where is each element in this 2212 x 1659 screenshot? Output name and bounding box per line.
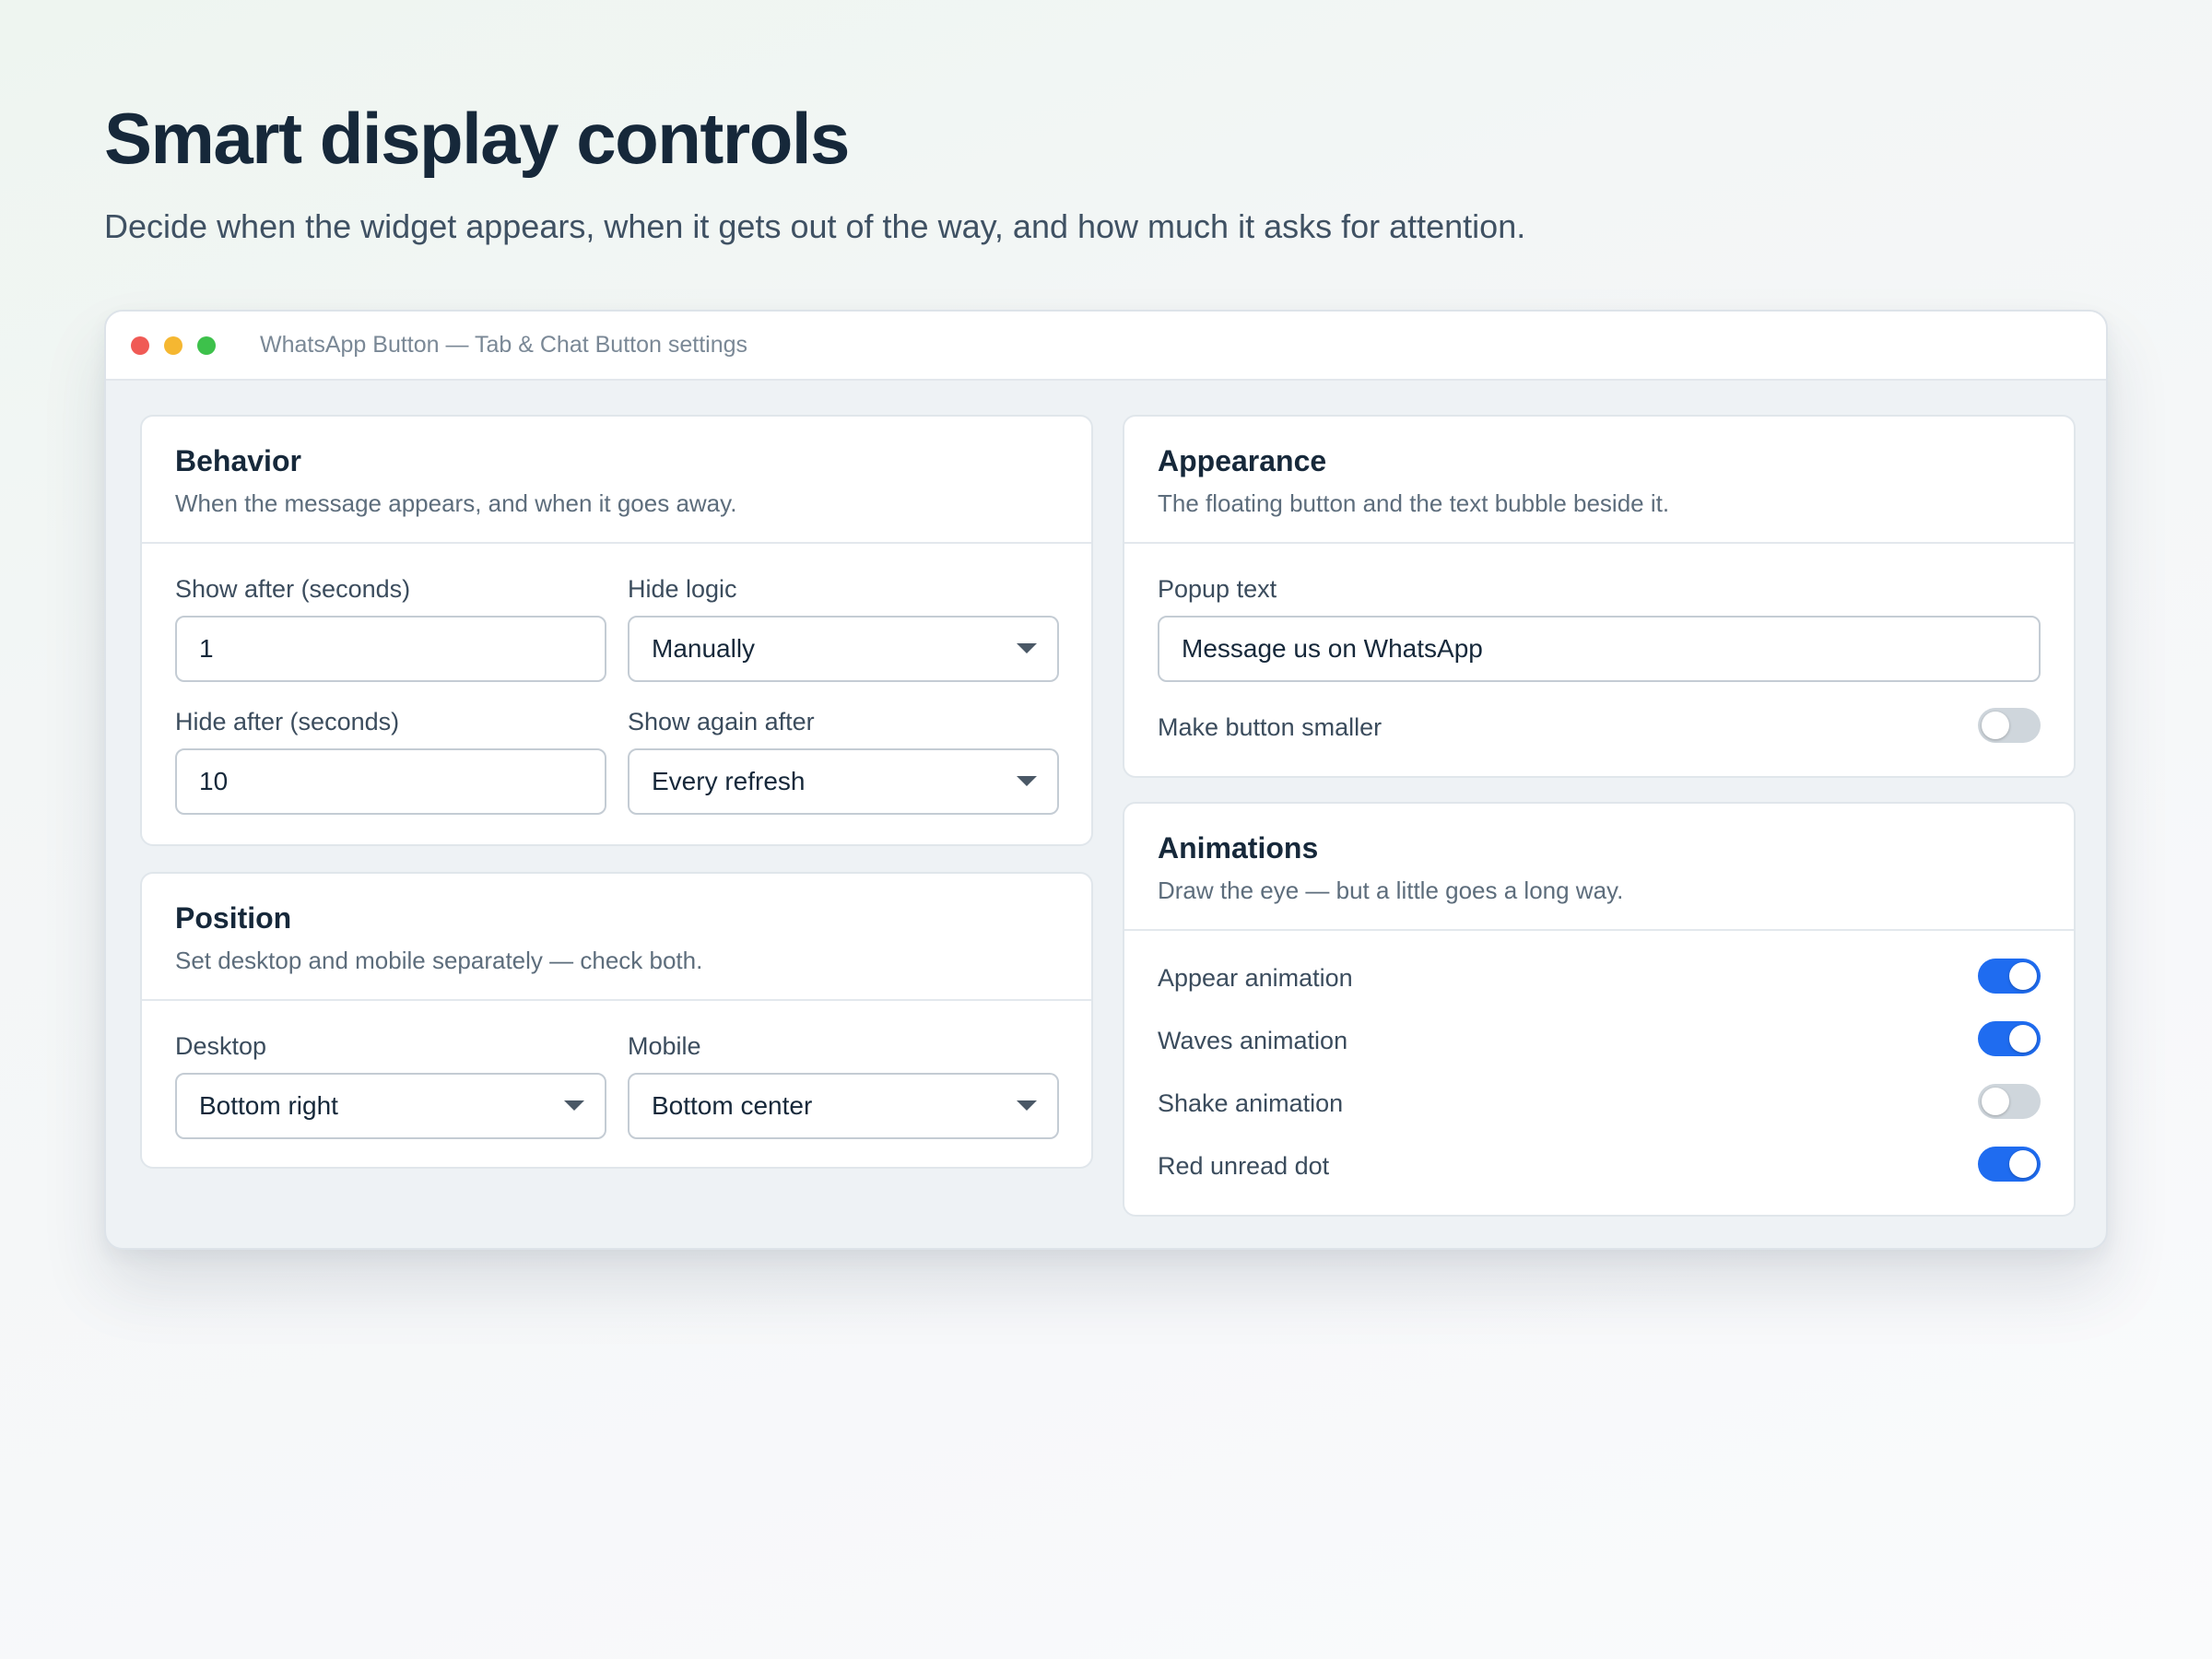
mobile-label: Mobile <box>628 1032 701 1060</box>
toggle-knob <box>1982 712 2009 739</box>
mobile-position-value: Bottom center <box>652 1091 813 1120</box>
hide-logic-label: Hide logic <box>628 575 737 603</box>
toggle-knob <box>2009 1150 2037 1178</box>
animations-card: Animations Draw the eye — but a little g… <box>1123 802 2076 1217</box>
settings-window: WhatsApp Button — Tab & Chat Button sett… <box>104 310 2108 1250</box>
behavior-card: Behavior When the message appears, and w… <box>140 415 1093 846</box>
hide-logic-value: Manually <box>652 634 756 663</box>
show-after-label: Show after (seconds) <box>175 575 411 603</box>
behavior-description: When the message appears, and when it go… <box>175 489 737 517</box>
position-card: Position Set desktop and mobile separate… <box>140 872 1093 1169</box>
show-after-input[interactable]: 1 <box>175 616 606 682</box>
chevron-down-icon <box>564 1100 584 1111</box>
appear-animation-toggle[interactable] <box>1978 959 2041 994</box>
position-title: Position <box>175 901 292 935</box>
hide-logic-select[interactable]: Manually <box>628 616 1059 682</box>
animations-title: Animations <box>1158 831 1319 865</box>
appearance-description: The floating button and the text bubble … <box>1158 489 1670 517</box>
maximize-window-icon[interactable] <box>197 335 216 355</box>
shake-animation-toggle[interactable] <box>1978 1084 2041 1119</box>
make-smaller-toggle[interactable] <box>1978 708 2041 743</box>
popup-text-label: Popup text <box>1158 575 1277 603</box>
popup-text-input[interactable]: Message us on WhatsApp <box>1158 616 2041 682</box>
animations-card-header: Animations Draw the eye — but a little g… <box>1124 804 2074 931</box>
hide-after-label: Hide after (seconds) <box>175 708 400 735</box>
chevron-down-icon <box>1017 643 1037 653</box>
toggle-knob <box>1982 1088 2009 1115</box>
hide-after-input[interactable]: 10 <box>175 748 606 815</box>
show-again-select[interactable]: Every refresh <box>628 748 1059 815</box>
red-unread-dot-toggle[interactable] <box>1978 1147 2041 1182</box>
desktop-label: Desktop <box>175 1032 267 1060</box>
desktop-position-select[interactable]: Bottom right <box>175 1073 606 1139</box>
position-description: Set desktop and mobile separately — chec… <box>175 947 703 974</box>
desktop-position-value: Bottom right <box>199 1091 338 1120</box>
chevron-down-icon <box>1017 776 1037 786</box>
red-unread-dot-label: Red unread dot <box>1158 1152 1330 1180</box>
shake-animation-label: Shake animation <box>1158 1089 1344 1117</box>
appearance-card: Appearance The floating button and the t… <box>1123 415 2076 778</box>
toggle-knob <box>2009 1025 2037 1053</box>
animations-description: Draw the eye — but a little goes a long … <box>1158 877 1624 904</box>
behavior-title: Behavior <box>175 444 301 477</box>
show-again-value: Every refresh <box>652 767 806 795</box>
page-subhead: Decide when the widget appears, when it … <box>104 207 1526 245</box>
waves-animation-toggle[interactable] <box>1978 1021 2041 1056</box>
appear-animation-label: Appear animation <box>1158 964 1353 992</box>
close-window-icon[interactable] <box>131 335 149 355</box>
mobile-position-select[interactable]: Bottom center <box>628 1073 1059 1139</box>
behavior-card-header: Behavior When the message appears, and w… <box>142 417 1091 544</box>
window-title: WhatsApp Button — Tab & Chat Button sett… <box>260 332 748 358</box>
make-smaller-label: Make button smaller <box>1158 713 1382 741</box>
toggle-knob <box>2009 962 2037 990</box>
chevron-down-icon <box>1017 1100 1037 1111</box>
appearance-card-header: Appearance The floating button and the t… <box>1124 417 2074 544</box>
position-card-header: Position Set desktop and mobile separate… <box>142 874 1091 1001</box>
window-titlebar: WhatsApp Button — Tab & Chat Button sett… <box>106 312 2106 381</box>
appearance-title: Appearance <box>1158 444 1327 477</box>
show-again-label: Show again after <box>628 708 815 735</box>
waves-animation-label: Waves animation <box>1158 1027 1348 1054</box>
minimize-window-icon[interactable] <box>164 335 182 355</box>
page-headline: Smart display controls <box>104 98 850 179</box>
